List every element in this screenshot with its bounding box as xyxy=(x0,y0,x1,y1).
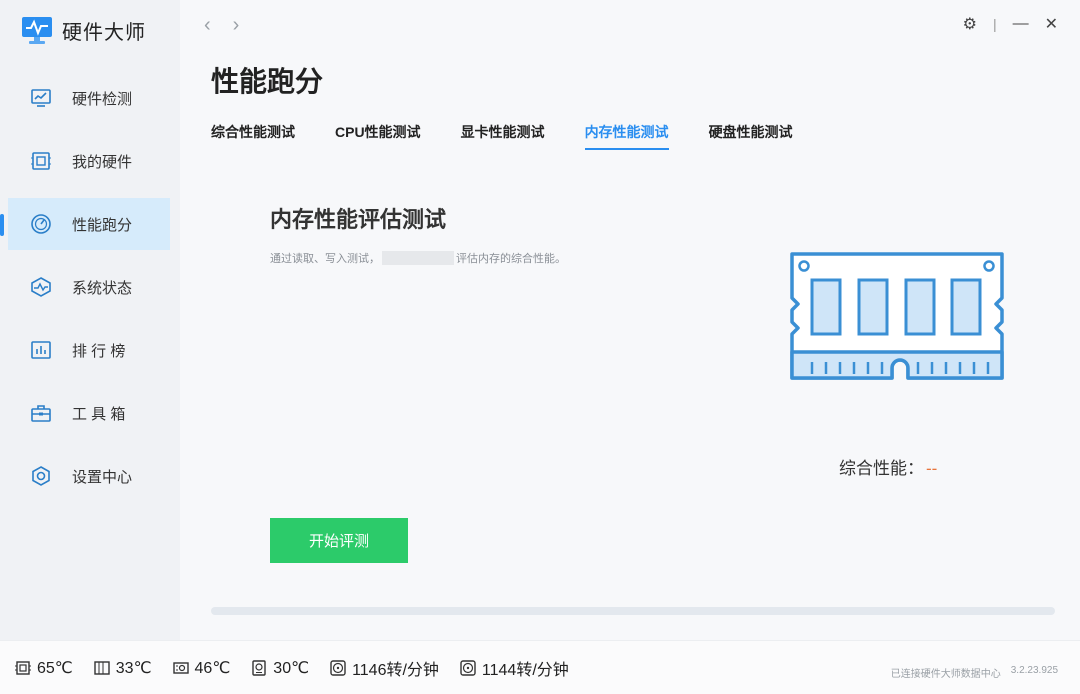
sidebar-item-benchmark[interactable]: 性能跑分 xyxy=(0,198,170,250)
gpu-temp: 46℃ xyxy=(172,658,231,678)
redacted-text xyxy=(382,251,454,265)
minimize-button[interactable]: — xyxy=(1013,15,1029,33)
desc-prefix: 通过读取、写入测试， xyxy=(270,253,380,265)
app-brand: 硬件大师 xyxy=(20,12,146,48)
window-controls: ⚙ | — ✕ xyxy=(963,14,1058,34)
settings-gear-icon[interactable]: ⚙ xyxy=(963,14,977,34)
fan1-speed: 1146转/分钟 xyxy=(329,656,439,680)
version-text: 3.2.23.925 xyxy=(1010,665,1058,676)
hex-settings-icon xyxy=(30,465,52,487)
test-title: 内存性能评估测试 xyxy=(270,207,447,232)
separator: | xyxy=(992,16,997,32)
start-benchmark-button[interactable]: 开始评测 xyxy=(270,518,408,563)
forward-button[interactable]: › xyxy=(233,14,240,37)
back-button[interactable]: ‹ xyxy=(204,14,211,37)
board-temp-value: 33℃ xyxy=(115,659,152,677)
disk-temp: 30℃ xyxy=(250,658,309,678)
test-description: 通过读取、写入测试， 评估内存的综合性能。 xyxy=(270,250,566,266)
memory-module-icon xyxy=(790,252,1004,380)
history-nav: ‹ › xyxy=(204,14,239,37)
sidebar-item-label: 系统状态 xyxy=(72,279,133,297)
sidebar-item-label: 我的硬件 xyxy=(72,153,133,171)
cpu-temp-value: 65℃ xyxy=(37,659,73,677)
chip-board-icon xyxy=(30,150,52,172)
desc-suffix: 评估内存的综合性能。 xyxy=(456,253,566,265)
status-bar: 65℃ 33℃ 46℃ 30℃ 1146转/分钟 1144转/分钟 已连接硬件大… xyxy=(0,640,1080,694)
app-logo-icon xyxy=(22,17,52,44)
app-name: 硬件大师 xyxy=(62,21,146,44)
motherboard-icon xyxy=(94,660,110,675)
fan1-speed-value: 1146转/分钟 xyxy=(352,661,439,679)
bar-ranking-icon xyxy=(30,339,52,361)
sidebar-item-system-status[interactable]: 系统状态 xyxy=(0,261,180,313)
connection-text: 已连接硬件大师数据中心 xyxy=(890,669,1001,680)
sidebar-item-label: 性能跑分 xyxy=(72,216,133,234)
sidebar-item-ranking[interactable]: 排 行 榜 xyxy=(0,324,180,376)
cpu-chip-icon xyxy=(15,660,31,675)
monitor-chart-icon xyxy=(30,87,52,109)
score-label: 综合性能： xyxy=(839,459,924,478)
tab-overall[interactable]: 综合性能测试 xyxy=(211,122,295,150)
sidebar-item-toolbox[interactable]: 工 具 箱 xyxy=(0,387,180,439)
sidebar-item-hardware-detect[interactable]: 硬件检测 xyxy=(0,72,180,124)
disk-drive-icon xyxy=(252,659,266,676)
disk-temp-value: 30℃ xyxy=(273,659,310,677)
sidebar: 硬件大师 硬件检测 我的硬件 性能跑分 系统状态 排 行 榜 工 具 箱 设置中… xyxy=(0,0,180,640)
sidebar-nav: 硬件检测 我的硬件 性能跑分 系统状态 排 行 榜 工 具 箱 设置中心 xyxy=(0,72,180,513)
tab-disk[interactable]: 硬盘性能测试 xyxy=(709,122,793,150)
connection-status: 已连接硬件大师数据中心 3.2.23.925 xyxy=(891,665,1058,680)
fan2-speed: 1144转/分钟 xyxy=(459,656,569,680)
tab-cpu[interactable]: CPU性能测试 xyxy=(335,122,421,150)
sidebar-item-label: 工 具 箱 xyxy=(72,405,126,423)
sidebar-item-my-hardware[interactable]: 我的硬件 xyxy=(0,135,180,187)
sidebar-item-label: 设置中心 xyxy=(72,468,133,486)
sidebar-item-settings[interactable]: 设置中心 xyxy=(0,450,180,502)
sidebar-item-label: 排 行 榜 xyxy=(72,342,126,360)
gpu-temp-value: 46℃ xyxy=(194,659,231,677)
speedometer-icon xyxy=(30,213,52,235)
close-button[interactable]: ✕ xyxy=(1045,14,1058,34)
page-title: 性能跑分 xyxy=(211,66,324,97)
pulse-icon xyxy=(30,276,52,298)
benchmark-tabs: 综合性能测试 CPU性能测试 显卡性能测试 内存性能测试 硬盘性能测试 xyxy=(211,122,793,150)
board-temp: 33℃ xyxy=(93,658,152,678)
score-value: -- xyxy=(926,459,938,478)
overall-score: 综合性能： -- xyxy=(839,454,937,479)
cpu-temp: 65℃ xyxy=(14,658,73,678)
fan2-speed-value: 1144转/分钟 xyxy=(481,661,569,679)
toolbox-icon xyxy=(30,402,52,424)
tab-gpu[interactable]: 显卡性能测试 xyxy=(461,122,545,150)
fan-icon xyxy=(460,659,476,676)
benchmark-progress-bar xyxy=(211,607,1055,615)
fan-icon xyxy=(330,659,346,676)
sidebar-item-label: 硬件检测 xyxy=(72,90,133,108)
gpu-card-icon xyxy=(172,661,189,674)
tab-memory[interactable]: 内存性能测试 xyxy=(584,122,669,150)
